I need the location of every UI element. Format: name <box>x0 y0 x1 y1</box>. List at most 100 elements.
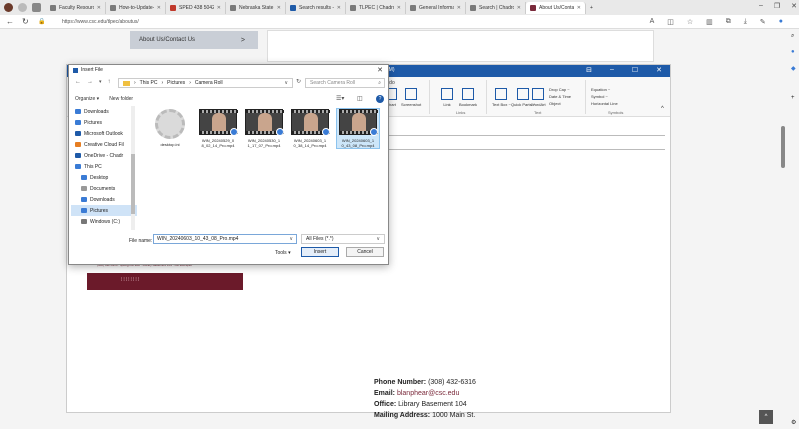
download-icon[interactable]: ⤓ <box>744 18 747 26</box>
workspaces-icon[interactable] <box>18 3 27 12</box>
path-breadcrumb[interactable]: › This PC › Pictures › Camera Roll ∨ <box>118 78 293 88</box>
copilot-icon[interactable]: ● <box>779 18 783 26</box>
tab-close-icon[interactable]: ✕ <box>577 5 581 11</box>
chevron-down-icon[interactable]: ∨ <box>284 80 288 86</box>
file-item[interactable]: desktop.ini <box>149 109 191 147</box>
browser-tab[interactable]: Nebraska State Colle✕ <box>226 1 286 14</box>
nav-item[interactable]: Downloads <box>71 106 137 117</box>
equation-button[interactable]: Equation ~ <box>591 87 610 92</box>
favorite-icon[interactable]: ☆ <box>687 18 693 26</box>
word-maximize-icon[interactable]: ☐ <box>632 66 638 74</box>
close-icon[interactable]: ✕ <box>791 2 797 10</box>
horizontal-line-button[interactable]: Horizontal Line <box>591 101 618 106</box>
outlook-sidebar-icon[interactable]: ◆ <box>791 65 796 72</box>
tab-actions-icon[interactable] <box>32 3 41 12</box>
browser-tab[interactable]: Search results - hea✕ <box>286 1 346 14</box>
dialog-close-icon[interactable]: ✕ <box>377 66 383 74</box>
browser-tab[interactable]: TLPEC | Chadron Sta✕ <box>346 1 406 14</box>
tab-close-icon[interactable]: ✕ <box>217 5 221 11</box>
browser-tab[interactable]: About Us/Contact U✕ <box>526 1 586 14</box>
minimize-icon[interactable]: – <box>759 2 763 10</box>
refresh-folder-icon[interactable]: ↻ <box>296 78 301 85</box>
file-name-input[interactable]: WIN_20240603_10_43_08_Pro.mp4 ∨ <box>153 234 297 244</box>
browser-tab[interactable]: How-to-Update-Mo✕ <box>106 1 166 14</box>
page-scroll-thumb[interactable] <box>781 126 785 168</box>
sidebar-icon[interactable]: ▥ <box>706 18 713 26</box>
add-sidebar-app-icon[interactable]: + <box>791 95 795 101</box>
cancel-button[interactable]: Cancel <box>346 247 384 257</box>
nav-item[interactable]: Desktop <box>71 172 137 183</box>
scroll-to-top-button[interactable]: ^ <box>759 410 773 424</box>
email-link[interactable]: blanphear@csc.edu <box>397 390 459 397</box>
search-input[interactable]: Search Camera Roll ⌕ <box>305 78 385 88</box>
wordart-button[interactable]: WordArt <box>531 88 546 107</box>
view-options-icon[interactable]: ☰▾ <box>336 95 344 102</box>
tab-close-icon[interactable]: ✕ <box>517 5 521 11</box>
nav-item[interactable]: Creative Cloud Fil <box>71 139 137 150</box>
forward-arrow-icon[interactable]: → <box>87 79 93 85</box>
nav-item[interactable]: Downloads <box>71 194 137 205</box>
browser-tab[interactable]: General Information✕ <box>406 1 466 14</box>
bookmark-button[interactable]: Bookmark <box>459 88 477 107</box>
file-type-select[interactable]: All Files (*.*) ∨ <box>301 234 385 244</box>
nav-item[interactable]: Pictures <box>71 117 137 128</box>
tools-dropdown[interactable]: Tools ▾ <box>275 250 291 256</box>
collapse-ribbon-icon[interactable]: ^ <box>661 106 664 112</box>
nav-item[interactable]: Windows (C:) <box>71 216 137 227</box>
about-contact-menu-button[interactable]: About Us/Contact Us > <box>130 31 258 49</box>
preview-pane-icon[interactable]: ◫ <box>357 95 363 102</box>
tab-close-icon[interactable]: ✕ <box>277 5 281 11</box>
crumb-pictures[interactable]: Pictures <box>167 80 185 86</box>
read-aloud-icon[interactable]: A <box>650 18 655 26</box>
browser-tab[interactable]: SPED 438 5042-SU2✕ <box>166 1 226 14</box>
nav-item[interactable]: This PC <box>71 161 137 172</box>
search-sidebar-icon[interactable]: ⌕ <box>791 33 794 40</box>
file-item[interactable]: WIN_20240603_1 0_38_14_Pro.mp4 <box>289 109 331 148</box>
word-ribbon-display-icon[interactable]: ⊟ <box>586 66 592 74</box>
symbol-button[interactable]: Symbol ~ <box>591 94 608 99</box>
nav-scroll-thumb[interactable] <box>131 154 135 214</box>
drop-cap-button[interactable]: Drop Cap ~ <box>549 87 570 92</box>
organize-button[interactable]: Organize ▾ <box>75 96 99 102</box>
extensions-icon[interactable]: ✎ <box>760 18 766 26</box>
file-item[interactable]: WIN_20240530_1 1_17_07_Pro.mp4 <box>243 109 285 148</box>
date-time-button[interactable]: Date & Time <box>549 94 571 99</box>
up-arrow-icon[interactable]: ↑ <box>108 79 111 85</box>
text-box-button[interactable]: Text Box ~ <box>492 88 511 107</box>
crumb-camera-roll[interactable]: Camera Roll <box>195 80 223 86</box>
nav-item[interactable]: Microsoft Outlook <box>71 128 137 139</box>
browser-tab[interactable]: Search | Chadron Sta✕ <box>466 1 526 14</box>
recent-dropdown-icon[interactable]: ▾ <box>99 79 102 85</box>
tab-close-icon[interactable]: ✕ <box>457 5 461 11</box>
new-tab-button[interactable]: + <box>586 2 597 14</box>
link-button[interactable]: Link <box>441 88 453 107</box>
collections-icon[interactable]: ⧉ <box>726 18 731 26</box>
nav-item[interactable]: OneDrive - Chadr <box>71 150 137 161</box>
object-button[interactable]: Object <box>549 101 561 106</box>
tab-close-icon[interactable]: ✕ <box>337 5 341 11</box>
tab-close-icon[interactable]: ✕ <box>97 5 101 11</box>
refresh-icon[interactable]: ↻ <box>22 17 32 26</box>
screenshot-button[interactable]: Screenshot <box>401 88 421 107</box>
file-item[interactable]: WIN_20240529_0 8_02_14_Pro.mp4 <box>197 109 239 148</box>
url-input[interactable]: https://www.csc.edu/tlpec/aboutus/ <box>62 19 650 25</box>
insert-button[interactable]: Insert <box>301 247 339 257</box>
sidebar-settings-icon[interactable]: ⚙ <box>791 419 796 426</box>
restore-icon[interactable]: ❐ <box>774 2 780 10</box>
help-icon[interactable]: ? <box>376 95 384 103</box>
word-minimize-icon[interactable]: – <box>610 66 614 74</box>
copilot-sidebar-icon[interactable]: ● <box>791 49 795 55</box>
back-arrow-icon[interactable]: ← <box>75 79 81 85</box>
word-close-icon[interactable]: ✕ <box>656 66 662 74</box>
nav-item[interactable]: Documents <box>71 183 137 194</box>
tab-close-icon[interactable]: ✕ <box>397 5 401 11</box>
crumb-this-pc[interactable]: This PC <box>140 80 158 86</box>
new-folder-button[interactable]: New folder <box>109 96 133 102</box>
chevron-down-icon[interactable]: ∨ <box>289 236 293 242</box>
back-icon[interactable]: ← <box>6 17 16 26</box>
profile-icon[interactable] <box>4 3 13 12</box>
nav-item[interactable]: Pictures <box>71 205 137 216</box>
browser-tab[interactable]: Faculty Resources |✕ <box>46 1 106 14</box>
file-item[interactable]: WIN_20240603_1 0_43_08_Pro.mp4 <box>336 108 380 149</box>
tab-close-icon[interactable]: ✕ <box>157 5 161 11</box>
